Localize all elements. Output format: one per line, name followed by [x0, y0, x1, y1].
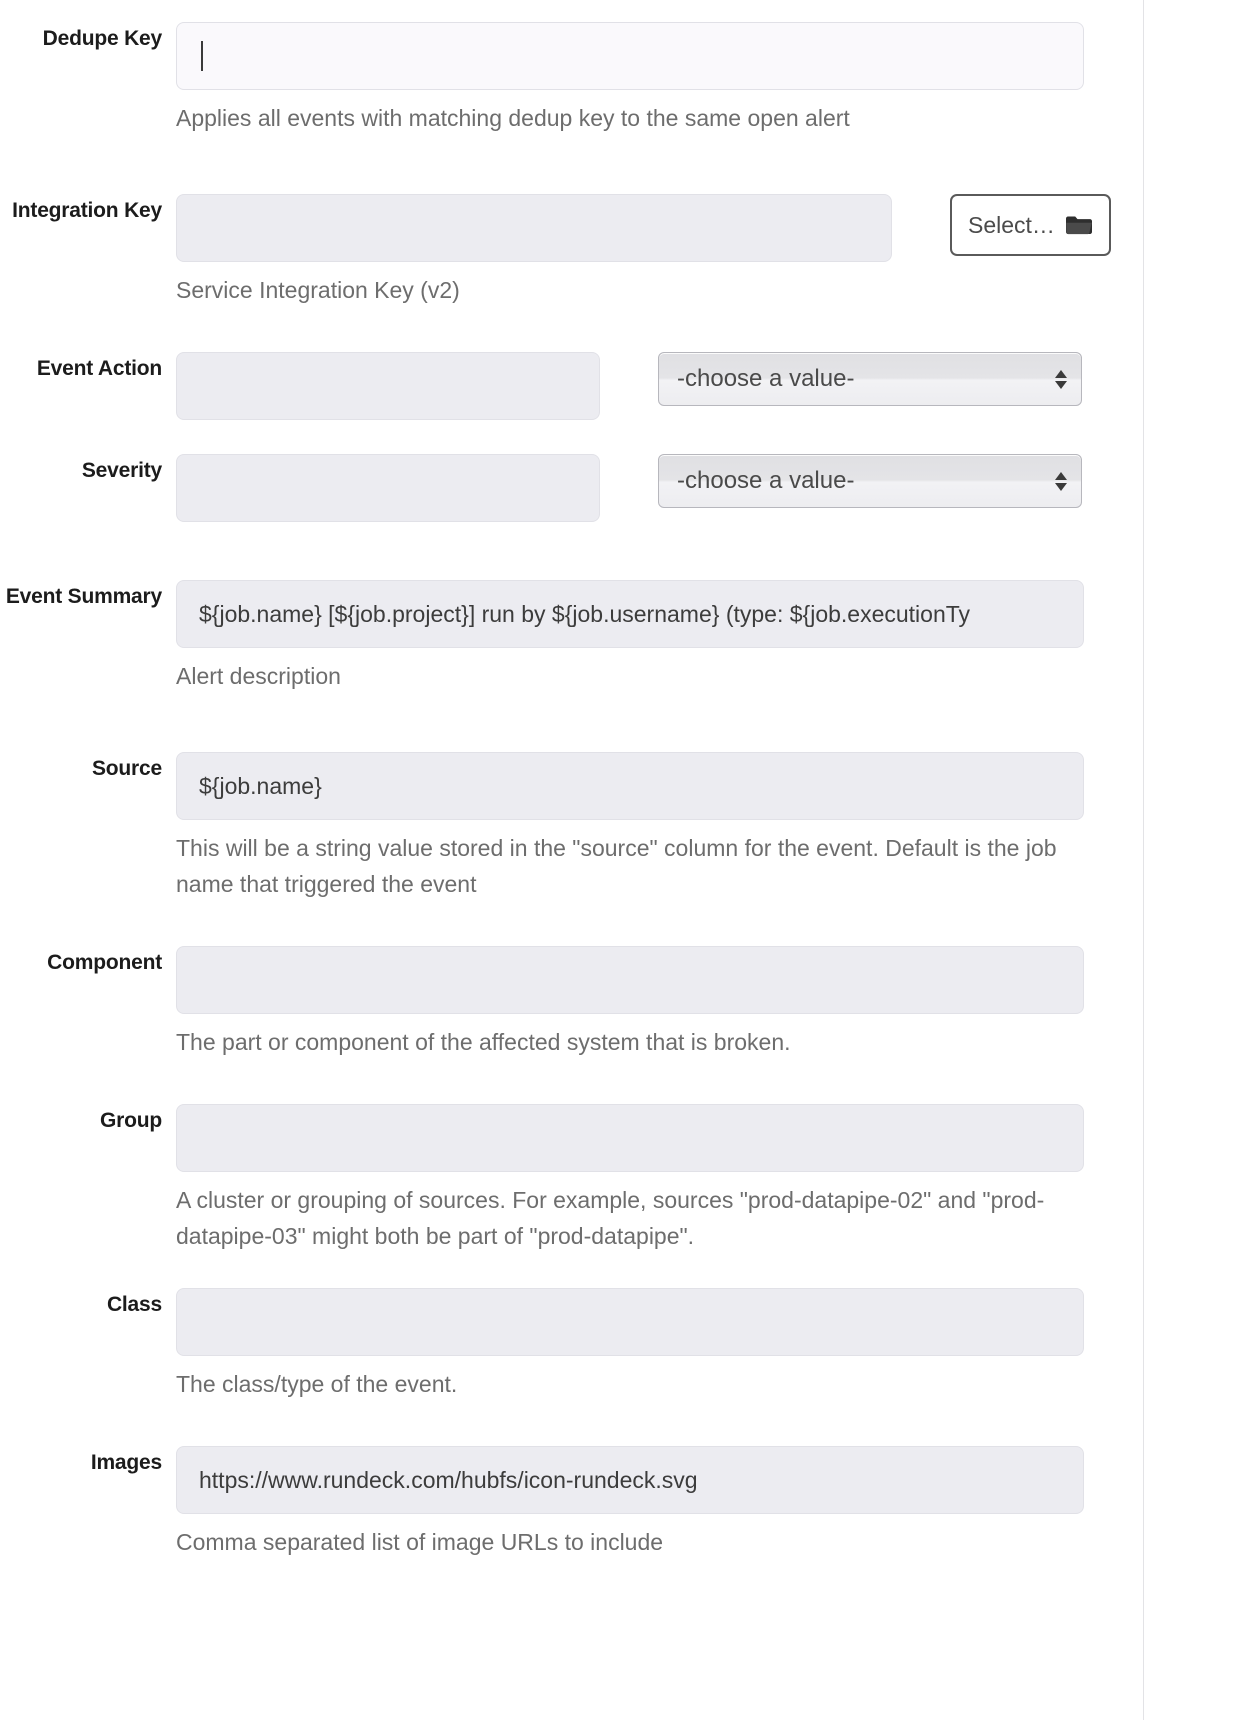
field-row-severity: Severity -choose a value-: [0, 454, 1144, 522]
field-body-integration-key: Select… Service Integration Key (v2): [176, 194, 1144, 308]
text-caret: [201, 41, 203, 71]
control-line-source: ${job.name}: [176, 752, 1144, 820]
field-row-event-action: Event Action -choose a value-: [0, 352, 1144, 420]
field-label-dedupe-key: Dedupe Key: [42, 27, 163, 50]
field-row-component: Component The part or component of the a…: [0, 946, 1144, 1060]
row-spacer: [0, 902, 1144, 946]
images-input[interactable]: https://www.rundeck.com/hubfs/icon-runde…: [176, 1446, 1084, 1514]
images-value: https://www.rundeck.com/hubfs/icon-runde…: [199, 1466, 698, 1493]
field-row-integration-key: Integration Key Select… Service Integrat: [0, 194, 1144, 308]
chevron-updown-icon: [1055, 471, 1067, 491]
field-body-class: The class/type of the event.: [176, 1288, 1144, 1402]
field-row-source: Source ${job.name} This will be a string…: [0, 752, 1144, 902]
component-input[interactable]: [176, 946, 1084, 1014]
integration-key-input[interactable]: [176, 194, 892, 262]
chevron-updown-icon: [1055, 369, 1067, 389]
images-help: Comma separated list of image URLs to in…: [176, 1529, 664, 1555]
field-row-dedupe-key: Dedupe Key Applies all events with match…: [0, 22, 1144, 136]
control-line-event-action: -choose a value-: [176, 352, 1144, 420]
source-help: This will be a string value stored in th…: [176, 835, 1057, 897]
class-input[interactable]: [176, 1288, 1084, 1356]
severity-select-value: -choose a value-: [677, 467, 855, 494]
field-label-group: Group: [100, 1109, 162, 1132]
field-body-source: ${job.name} This will be a string value …: [176, 752, 1144, 902]
control-line-integration-key: Select…: [176, 194, 1144, 262]
field-label-class: Class: [106, 1293, 162, 1316]
select-button-label: Select…: [968, 211, 1055, 238]
component-help: The part or component of the affected sy…: [176, 1029, 791, 1055]
event-action-input[interactable]: [176, 352, 600, 420]
event-action-select[interactable]: -choose a value-: [658, 352, 1082, 406]
field-body-event-action: -choose a value-: [176, 352, 1144, 420]
field-body-group: A cluster or grouping of sources. For ex…: [176, 1104, 1144, 1254]
severity-input[interactable]: [176, 454, 600, 522]
control-line-class: [176, 1288, 1144, 1356]
group-input[interactable]: [176, 1104, 1084, 1172]
source-value: ${job.name}: [199, 772, 322, 799]
field-body-dedupe-key: Applies all events with matching dedup k…: [176, 22, 1144, 136]
panel-right-gutter: [1144, 0, 1248, 1720]
field-row-images: Images https://www.rundeck.com/hubfs/ico…: [0, 1446, 1144, 1560]
field-label-event-action: Event Action: [36, 357, 162, 380]
row-spacer: [0, 1402, 1144, 1446]
field-label-images: Images: [90, 1451, 162, 1474]
field-label-source: Source: [92, 757, 162, 780]
field-row-class: Class The class/type of the event.: [0, 1288, 1144, 1402]
event-summary-input[interactable]: ${job.name} [${job.project}] run by ${jo…: [176, 580, 1084, 648]
row-spacer: [0, 694, 1144, 752]
integration-key-help: Service Integration Key (v2): [176, 277, 460, 303]
field-label-severity: Severity: [81, 459, 162, 482]
event-action-select-value: -choose a value-: [677, 365, 855, 392]
row-spacer: [0, 420, 1144, 454]
field-body-event-summary: ${job.name} [${job.project}] run by ${jo…: [176, 580, 1144, 694]
severity-select[interactable]: -choose a value-: [658, 454, 1082, 508]
row-spacer: [0, 136, 1144, 194]
field-label-integration-key: Integration Key: [12, 199, 162, 222]
integration-key-select-button[interactable]: Select…: [950, 194, 1111, 256]
group-help: A cluster or grouping of sources. For ex…: [176, 1187, 1045, 1249]
row-spacer: [0, 1254, 1144, 1288]
control-line-event-summary: ${job.name} [${job.project}] run by ${jo…: [176, 580, 1144, 648]
control-line-group: [176, 1104, 1144, 1172]
event-summary-value: ${job.name} [${job.project}] run by ${jo…: [199, 600, 971, 627]
dedupe-key-help: Applies all events with matching dedup k…: [176, 105, 850, 131]
row-spacer: [0, 0, 1144, 22]
field-row-group: Group A cluster or grouping of sources. …: [0, 1104, 1144, 1254]
field-body-severity: -choose a value-: [176, 454, 1144, 522]
event-summary-help: Alert description: [176, 663, 341, 689]
control-line-severity: -choose a value-: [176, 454, 1144, 522]
dedupe-key-input[interactable]: [176, 22, 1084, 90]
control-line-images: https://www.rundeck.com/hubfs/icon-runde…: [176, 1446, 1144, 1514]
source-input[interactable]: ${job.name}: [176, 752, 1084, 820]
class-help: The class/type of the event.: [176, 1371, 458, 1397]
field-body-images: https://www.rundeck.com/hubfs/icon-runde…: [176, 1446, 1144, 1560]
control-line-dedupe-key: [176, 22, 1144, 90]
row-spacer: [0, 1060, 1144, 1104]
row-spacer: [0, 522, 1144, 580]
control-line-component: [176, 946, 1144, 1014]
field-label-event-summary: Event Summary: [5, 585, 162, 608]
alert-event-settings-form: Dedupe Key Applies all events with match…: [0, 0, 1144, 1560]
field-body-component: The part or component of the affected sy…: [176, 946, 1144, 1060]
field-label-component: Component: [47, 951, 162, 974]
row-spacer: [0, 308, 1144, 352]
field-row-event-summary: Event Summary ${job.name} [${job.project…: [0, 580, 1144, 694]
folder-icon: [1065, 214, 1093, 236]
